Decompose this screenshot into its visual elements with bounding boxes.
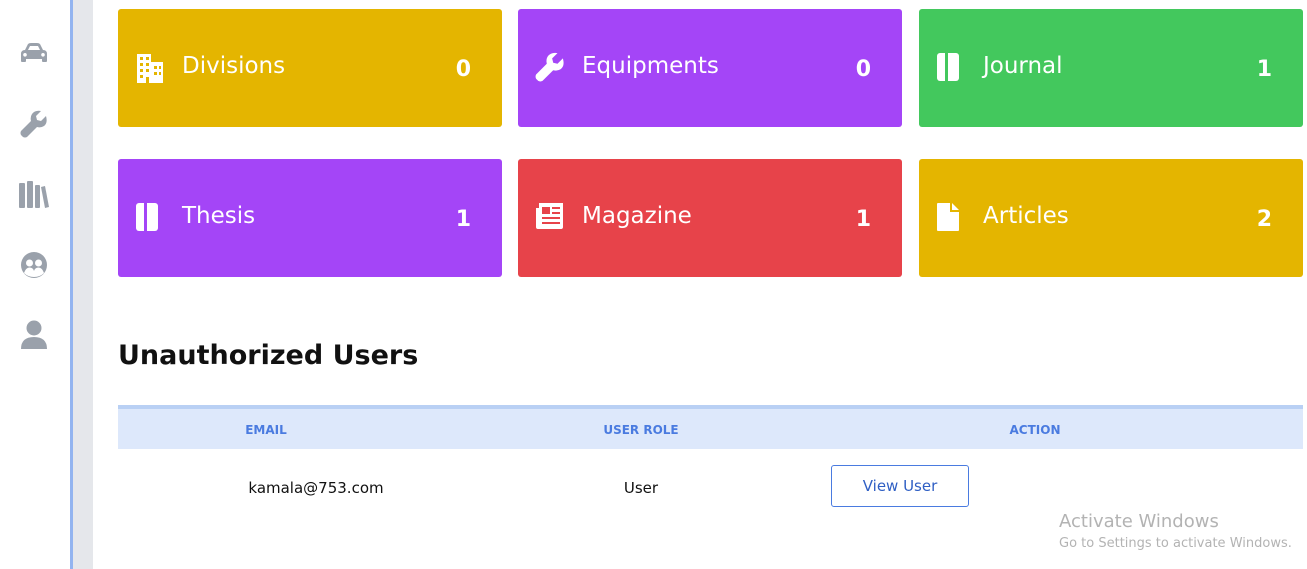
card-label: Magazine — [582, 203, 692, 229]
activation-watermark: Activate Windows Go to Settings to activ… — [1059, 511, 1292, 551]
user-icon[interactable] — [19, 320, 49, 350]
card-count: 1 — [455, 207, 471, 232]
card-count: 0 — [455, 57, 471, 82]
card-label: Articles — [983, 203, 1069, 229]
column-header-email: EMAIL — [245, 423, 287, 437]
wrench-icon — [535, 52, 565, 82]
section-title: Unauthorized Users — [118, 340, 419, 371]
card-count: 0 — [855, 57, 871, 82]
newspaper-icon — [535, 202, 565, 232]
card-equipments[interactable]: Equipments 0 — [518, 9, 902, 127]
book-icon — [936, 52, 966, 82]
view-user-button[interactable]: View User — [831, 465, 969, 507]
card-articles[interactable]: Articles 2 — [919, 159, 1303, 277]
file-icon — [936, 202, 966, 232]
card-count: 1 — [1256, 57, 1272, 82]
watermark-subtitle: Go to Settings to activate Windows. — [1059, 536, 1292, 551]
card-count: 1 — [855, 207, 871, 232]
card-label: Journal — [983, 53, 1063, 79]
users-icon[interactable] — [19, 250, 49, 280]
card-thesis[interactable]: Thesis 1 — [118, 159, 502, 277]
card-journal[interactable]: Journal 1 — [919, 9, 1303, 127]
wrench-icon[interactable] — [19, 109, 49, 139]
car-icon[interactable] — [19, 38, 49, 68]
unauthorized-users-table: EMAIL USER ROLE ACTION kamala@753.com Us… — [118, 405, 1303, 525]
card-magazine[interactable]: Magazine 1 — [518, 159, 902, 277]
card-label: Thesis — [182, 203, 256, 229]
sidebar-gutter — [73, 0, 93, 569]
card-label: Equipments — [582, 53, 719, 79]
card-label: Divisions — [182, 53, 286, 79]
table-header: EMAIL USER ROLE ACTION — [118, 405, 1303, 449]
watermark-title: Activate Windows — [1059, 511, 1219, 532]
sidebar — [0, 0, 70, 569]
card-divisions[interactable]: Divisions 0 — [118, 9, 502, 127]
building-icon — [135, 52, 165, 83]
book-icon — [135, 202, 165, 232]
cell-role: User — [623, 479, 659, 497]
column-header-action: ACTION — [1009, 423, 1061, 437]
books-icon[interactable] — [19, 180, 49, 210]
card-count: 2 — [1256, 207, 1272, 232]
cell-email: kamala@753.com — [248, 479, 384, 497]
column-header-role: USER ROLE — [603, 423, 679, 437]
